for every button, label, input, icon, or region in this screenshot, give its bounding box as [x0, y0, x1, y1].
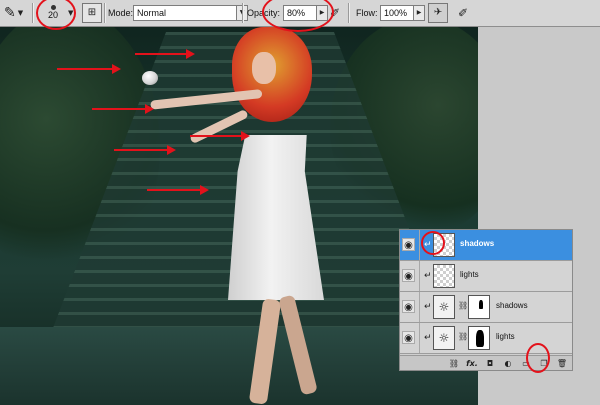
link-layers-icon[interactable]: ⛓ — [448, 359, 460, 368]
layer-name[interactable]: lights — [496, 332, 515, 341]
pen-pressure-size-icon: ✐ — [458, 6, 469, 20]
mask-silhouette-image — [476, 330, 484, 347]
mask-silhouette-image — [479, 300, 483, 309]
brush-size-value: 20 — [47, 10, 58, 20]
brush-panel-toggle[interactable]: ⊞ — [82, 0, 102, 26]
clip-arrow-icon: ↵ — [424, 333, 432, 343]
layer-row-lights-adjustment[interactable]: ◉ ↵ ☼ ⛓ lights — [400, 323, 572, 354]
annotation-arrow — [92, 104, 154, 114]
flow-field[interactable]: 100% ▶ — [380, 0, 425, 26]
divider — [32, 3, 34, 23]
brush-picker[interactable]: 20 — [38, 1, 68, 26]
opacity-field[interactable]: 80% ▶ — [283, 0, 328, 26]
layers-panel: ◉ ↵ shadows ◉ ↵ lights ◉ ↵ ☼ ⛓ shadows ◉… — [399, 229, 573, 371]
trash-icon[interactable]: 🗑 — [556, 359, 568, 368]
brush-tool-preset[interactable]: ✎ ▼ — [4, 0, 23, 26]
chevron-down-icon: ▼ — [68, 9, 74, 17]
layer-thumbnail[interactable] — [433, 233, 455, 257]
layer-mask-thumbnail[interactable] — [468, 326, 490, 350]
adjustment-layer-icon[interactable]: ◐ — [502, 359, 514, 368]
opacity-slider-arrow-icon[interactable]: ▶ — [317, 5, 328, 21]
eye-icon[interactable]: ◉ — [402, 238, 415, 251]
chevron-down-icon: ▼ — [17, 9, 24, 17]
eye-icon[interactable]: ◉ — [402, 300, 415, 313]
airbrush-toggle[interactable]: ✈ — [428, 0, 448, 26]
fx-button[interactable]: fx. — [466, 359, 478, 368]
folder-icon[interactable]: ▭ — [520, 359, 532, 368]
clip-arrow-icon: ↵ — [424, 240, 432, 250]
layer-row-shadows-pixel[interactable]: ◉ ↵ shadows — [400, 230, 572, 261]
opacity-label: Opacity: — [247, 8, 281, 18]
layer-mask-thumbnail[interactable] — [468, 295, 490, 319]
opacity-input[interactable]: 80% — [283, 5, 317, 21]
pressure-opacity-toggle[interactable]: ✐ — [330, 0, 340, 26]
layers-panel-footer: ⛓ fx. ◘ ◐ ▭ ❐ 🗑 — [400, 355, 572, 370]
mode-select[interactable]: Normal ▼ — [133, 0, 248, 26]
eye-icon[interactable]: ◉ — [402, 269, 415, 282]
figure-face-image — [252, 52, 276, 84]
flow-input[interactable]: 100% — [380, 5, 414, 21]
eye-icon[interactable]: ◉ — [402, 331, 415, 344]
add-mask-icon[interactable]: ◘ — [484, 359, 496, 368]
chain-link-icon[interactable]: ⛓ — [458, 332, 468, 341]
flow-slider-arrow-icon[interactable]: ▶ — [414, 5, 425, 21]
clip-arrow-icon: ↵ — [424, 271, 432, 281]
pressure-size-toggle[interactable]: ✐ — [458, 0, 468, 26]
flow-label: Flow: — [356, 8, 378, 18]
annotation-arrow — [147, 185, 209, 195]
brush-panel-icon: ⊞ — [82, 3, 102, 23]
mode-label: Mode: — [108, 8, 134, 18]
brush-icon: ✎ — [4, 5, 16, 21]
glowing-orb-image — [142, 71, 158, 85]
chain-link-icon[interactable]: ⛓ — [458, 301, 468, 310]
layer-name[interactable]: shadows — [460, 239, 494, 248]
new-layer-icon[interactable]: ❐ — [538, 359, 550, 368]
annotation-arrow — [57, 64, 121, 74]
annotation-arrow — [114, 145, 176, 155]
brush-picker-dropdown[interactable]: ▼ — [68, 0, 73, 26]
layer-row-lights-pixel[interactable]: ◉ ↵ lights — [400, 261, 572, 292]
annotation-arrow — [190, 131, 250, 141]
divider — [242, 3, 244, 23]
mode-select-value: Normal — [133, 5, 237, 21]
annotation-arrow — [135, 49, 195, 59]
pen-pressure-icon: ✐ — [330, 6, 341, 20]
layer-row-shadows-adjustment[interactable]: ◉ ↵ ☼ ⛓ shadows — [400, 292, 572, 323]
clip-arrow-icon: ↵ — [424, 302, 432, 312]
divider — [348, 3, 350, 23]
brightness-contrast-icon[interactable]: ☼ — [433, 295, 455, 319]
airbrush-icon: ✈ — [428, 3, 448, 23]
layer-thumbnail[interactable] — [433, 264, 455, 288]
options-bar: ✎ ▼ 20 ▼ ⊞ Mode: Normal ▼ Opacity: 80% ▶… — [0, 0, 600, 27]
divider — [104, 3, 106, 23]
layer-name[interactable]: shadows — [496, 301, 528, 310]
brightness-contrast-icon[interactable]: ☼ — [433, 326, 455, 350]
layer-name[interactable]: lights — [460, 270, 479, 279]
